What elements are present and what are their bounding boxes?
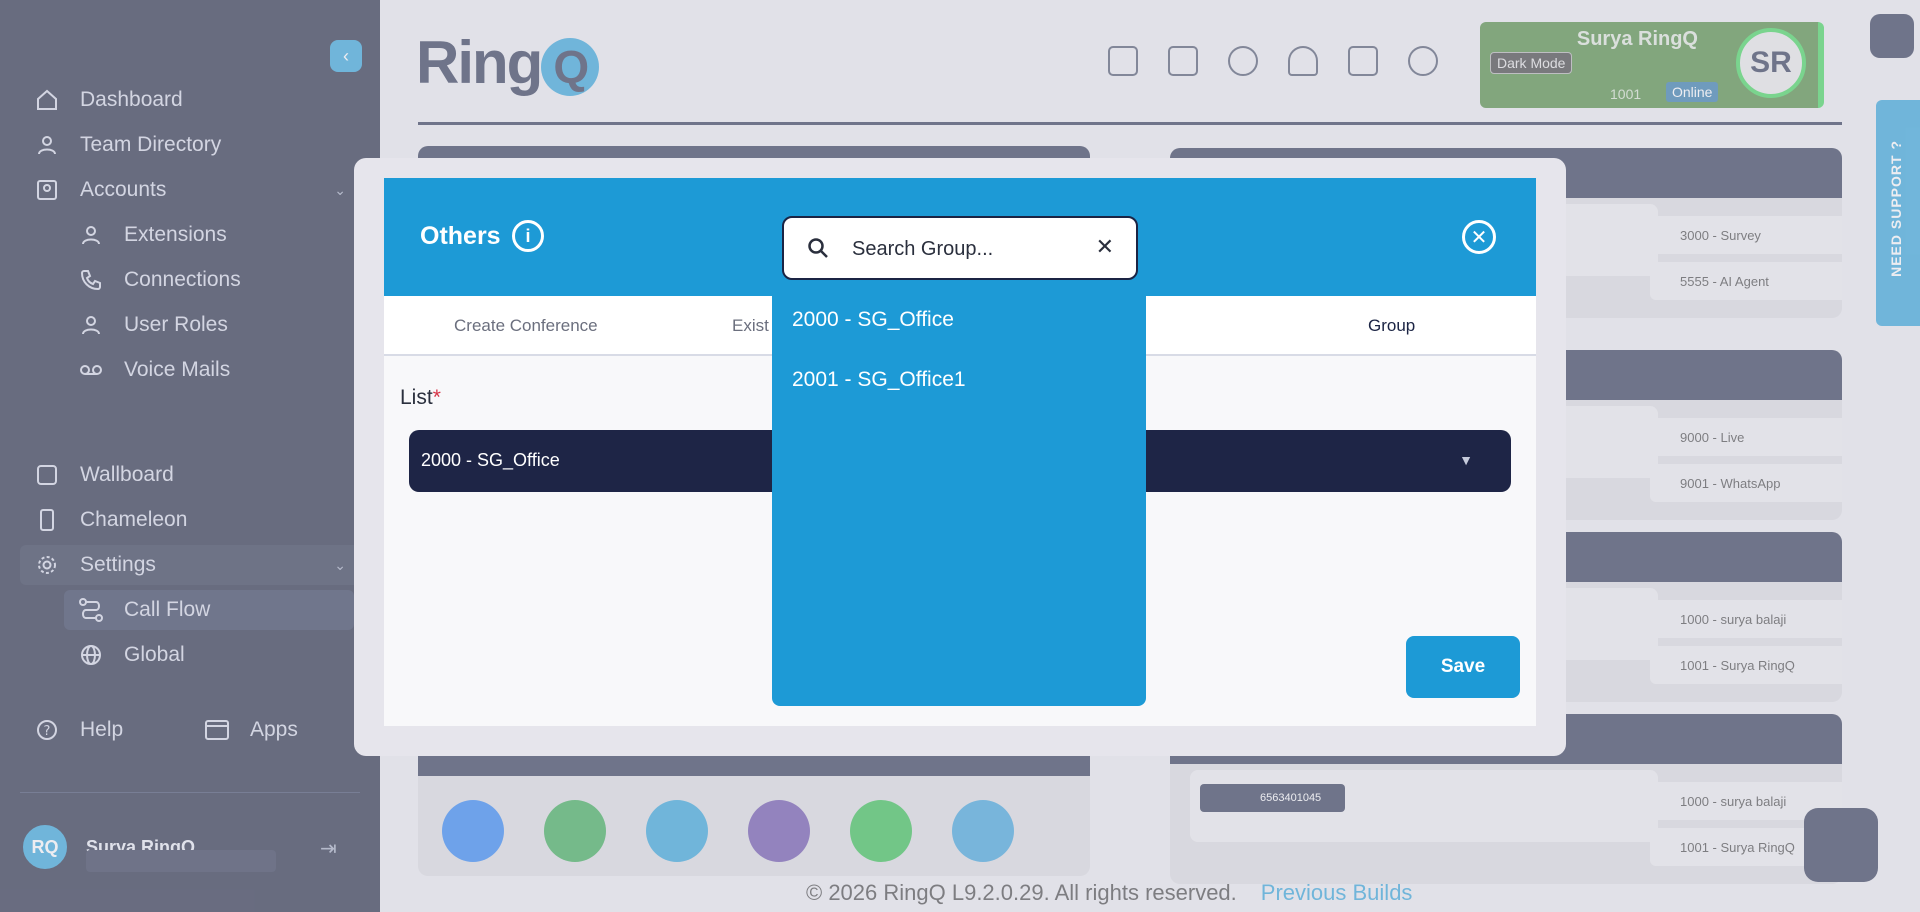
search-icon — [806, 236, 830, 260]
group-search: ✕ — [782, 216, 1138, 280]
info-icon[interactable]: i — [512, 220, 544, 252]
selected-group: 2000 - SG_Office — [421, 450, 560, 470]
caret-down-icon: ▼ — [1459, 452, 1473, 468]
search-input[interactable] — [852, 232, 1082, 266]
list-item[interactable]: 2000 - SG_Office — [792, 308, 954, 332]
close-icon[interactable]: ✕ — [1462, 220, 1496, 254]
list-label: List* — [400, 386, 441, 409]
clear-icon[interactable]: ✕ — [1096, 234, 1114, 260]
tab-existing[interactable]: Exist — [732, 316, 769, 336]
list-item[interactable]: 2001 - SG_Office1 — [792, 368, 966, 392]
save-button[interactable]: Save — [1406, 636, 1520, 698]
modal-title: Others — [420, 222, 501, 250]
tab-create-conference[interactable]: Create Conference — [454, 316, 598, 336]
tab-group[interactable]: Group — [1368, 316, 1415, 336]
group-dropdown: 2000 - SG_Office 2001 - SG_Office1 — [772, 290, 1146, 706]
